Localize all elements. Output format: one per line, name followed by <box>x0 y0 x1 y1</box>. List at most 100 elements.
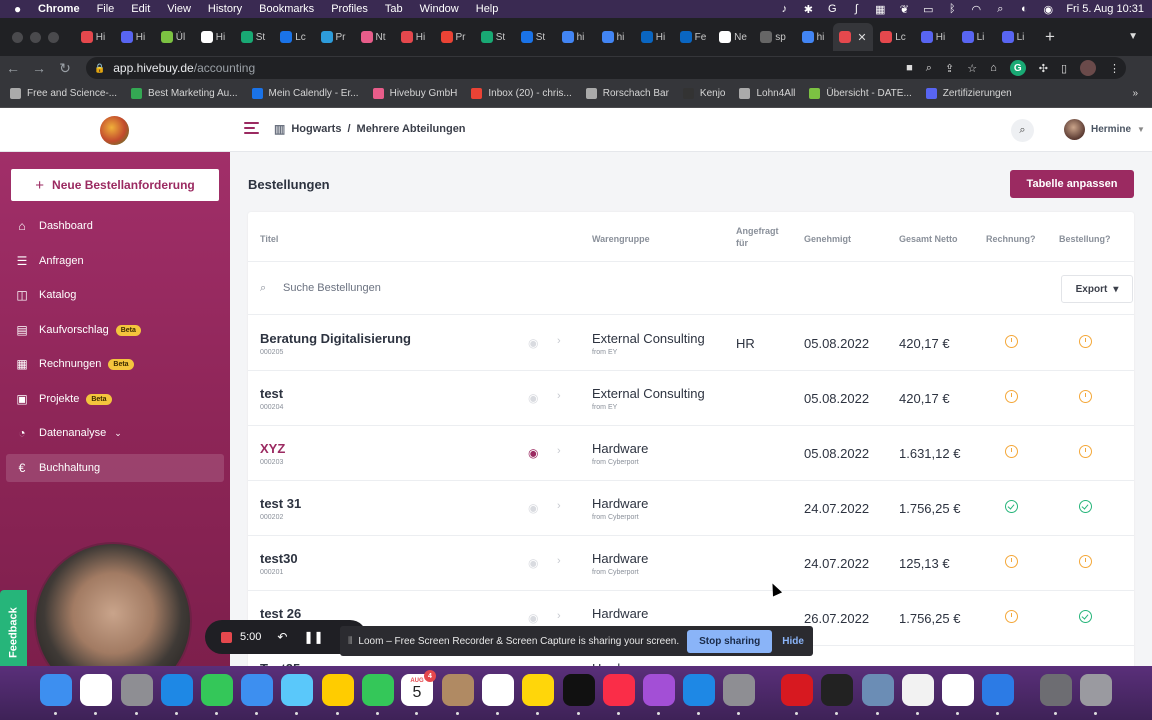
sidebar-item-buchhaltung[interactable]: € Buchhaltung <box>6 454 224 482</box>
loom-icon[interactable]: ✱ <box>802 3 814 16</box>
mail-icon[interactable] <box>241 674 273 706</box>
sidepanel-icon[interactable]: ▯ <box>1061 62 1067 75</box>
column-header-category[interactable]: Warengruppe <box>592 233 650 245</box>
script-icon[interactable]: ∫ <box>850 3 862 15</box>
user-menu[interactable]: Hermine ▼ <box>1064 119 1145 140</box>
table-row[interactable]: test 000204 ◉ › External Consulting from EY 05… <box>248 371 1134 426</box>
browser-tab[interactable]: ✕ <box>833 23 873 51</box>
bookmark-item[interactable]: Kenjo <box>682 88 725 99</box>
camera-icon[interactable]: ■ <box>906 62 913 74</box>
bookmark-item[interactable]: Zertifizierungen <box>925 88 1012 99</box>
order-search-input[interactable]: Suche Bestellungen <box>283 282 381 294</box>
browser-tab[interactable]: Fe <box>673 23 713 51</box>
sidebar-item-projekte[interactable]: ▣ Projekte Beta <box>6 385 224 413</box>
reminders-icon[interactable] <box>482 674 514 706</box>
acrobat-icon[interactable] <box>781 674 813 706</box>
sidebar-item-anfragen[interactable]: ☰ Anfragen <box>6 247 224 275</box>
browser-tab[interactable]: Pr <box>313 23 353 51</box>
finder-icon[interactable] <box>40 674 72 706</box>
breadcrumb-org[interactable]: Hogwarts <box>291 123 341 135</box>
menu-toggle-icon[interactable] <box>244 122 259 136</box>
microphone-icon[interactable]: ♪ <box>778 3 790 15</box>
podcasts-icon[interactable] <box>643 674 675 706</box>
drag-handle-icon[interactable]: ⦀ <box>348 636 352 647</box>
grammarly-extension-icon[interactable]: G <box>1009 60 1026 76</box>
wifi-icon[interactable]: ◠ <box>970 3 982 16</box>
textedit-icon[interactable] <box>902 674 934 706</box>
sidebar-item-katalog[interactable]: ◫ Katalog <box>6 281 224 309</box>
bluetooth-icon[interactable]: ᛒ <box>946 3 958 15</box>
safari-icon[interactable] <box>161 674 193 706</box>
browser-tab[interactable]: St <box>513 23 553 51</box>
undo-icon[interactable]: ↶ <box>277 630 287 644</box>
sidebar-item-rechnungen[interactable]: ▦ Rechnungen Beta <box>6 350 224 378</box>
apple-icon[interactable]: ● <box>14 2 28 16</box>
trash-icon[interactable] <box>1080 674 1112 706</box>
browser-tab[interactable]: Nt <box>353 23 393 51</box>
table-row[interactable]: XYZ 000203 ◉ › Hardware from Cyberport 05.08.2… <box>248 426 1134 481</box>
siri-icon[interactable]: ◉ <box>1042 3 1054 16</box>
appletv-icon[interactable] <box>563 674 595 706</box>
control-center-icon[interactable]: ◐ <box>1018 3 1030 15</box>
browser-tab[interactable]: Lc <box>873 23 913 51</box>
bookmark-item[interactable]: Mein Calendly - Er... <box>251 88 359 99</box>
stop-recording-icon[interactable] <box>221 631 232 643</box>
tab-search-chevron-icon[interactable]: ▼ <box>1128 31 1138 42</box>
bookmark-item[interactable]: Rorschach Bar <box>585 88 669 99</box>
eye-icon[interactable]: ◉ <box>528 336 538 350</box>
sidebar-item-kaufvorschlag[interactable]: ▤ Kaufvorschlag Beta <box>6 316 224 344</box>
browser-tab[interactable]: St <box>473 23 513 51</box>
minimize-window-button[interactable] <box>30 31 41 43</box>
menu-help[interactable]: Help <box>476 3 499 15</box>
sidebar-item-dashboard[interactable]: ⌂ Dashboard <box>6 212 224 240</box>
zoom-icon[interactable]: ⌕ <box>926 62 932 75</box>
browser-tab[interactable]: Li <box>953 23 993 51</box>
menubar-clock[interactable]: Fri 5. Aug 10:31 <box>1066 3 1144 15</box>
evernote-icon[interactable]: ❦ <box>898 3 910 16</box>
downloads-icon[interactable] <box>1040 674 1072 706</box>
table-row[interactable]: test 31 000202 ◉ › Hardware from Cyberport 24.… <box>248 481 1134 536</box>
forward-button[interactable]: → <box>26 60 52 76</box>
order-title[interactable]: XYZ <box>260 441 285 456</box>
sidebar-item-datenanalyse[interactable]: ◔ Datenanalyse ⌄ <box>6 419 224 447</box>
address-bar[interactable]: 🔒 app.hivebuy.de/accounting ■ ⌕ ⇪ ☆ ⌂ G … <box>86 57 1126 79</box>
menu-chrome[interactable]: Chrome <box>38 3 80 15</box>
settings-icon[interactable] <box>723 674 755 706</box>
column-header-requested-for[interactable]: Angefragt für <box>736 225 779 249</box>
calendar-icon[interactable]: AUG 5 4 <box>401 670 436 706</box>
eye-icon[interactable]: ◉ <box>528 556 538 570</box>
pause-icon[interactable]: ❚❚ <box>303 630 323 644</box>
browser-tab[interactable]: Li <box>993 23 1033 51</box>
menu-window[interactable]: Window <box>420 3 459 15</box>
browser-tab[interactable]: Hi <box>393 23 433 51</box>
share-icon[interactable]: ⇪ <box>945 62 954 75</box>
photos-icon[interactable] <box>322 674 354 706</box>
hide-banner-button[interactable]: Hide <box>782 636 804 647</box>
browser-tab[interactable]: sp <box>753 23 793 51</box>
profile-avatar[interactable] <box>1080 60 1096 76</box>
preview-icon[interactable] <box>862 674 894 706</box>
bookmark-item[interactable]: Inbox (20) - chris... <box>471 88 572 99</box>
eye-icon[interactable]: ◉ <box>528 446 538 460</box>
feedback-button[interactable]: Feedback <box>0 590 27 666</box>
browser-tab[interactable]: Ül <box>153 23 193 51</box>
bookmark-item[interactable]: Übersicht - DATE... <box>809 88 912 99</box>
menu-file[interactable]: File <box>97 3 115 15</box>
slack-icon[interactable] <box>942 674 974 706</box>
browser-tab[interactable]: St <box>233 23 273 51</box>
new-request-button[interactable]: + Neue Bestellanforderung <box>11 169 219 201</box>
more-bookmarks-icon[interactable]: » <box>1132 88 1138 99</box>
new-tab-button[interactable]: + <box>1045 27 1055 47</box>
browser-tab[interactable]: Lc <box>273 23 313 51</box>
loom-webcam-bubble[interactable] <box>34 542 192 666</box>
browser-tab[interactable]: hi <box>553 23 593 51</box>
facetime-icon[interactable] <box>362 674 394 706</box>
bookmark-item[interactable]: Hivebuy GmbH <box>372 88 457 99</box>
extension-icon[interactable]: ⌂ <box>990 62 997 74</box>
menu-view[interactable]: View <box>167 3 191 15</box>
column-header-order[interactable]: Bestellung? <box>1059 233 1111 245</box>
music-icon[interactable] <box>603 674 635 706</box>
lock-icon[interactable]: 🔒 <box>94 63 105 74</box>
contacts-icon[interactable] <box>442 674 474 706</box>
close-window-button[interactable] <box>12 31 23 43</box>
